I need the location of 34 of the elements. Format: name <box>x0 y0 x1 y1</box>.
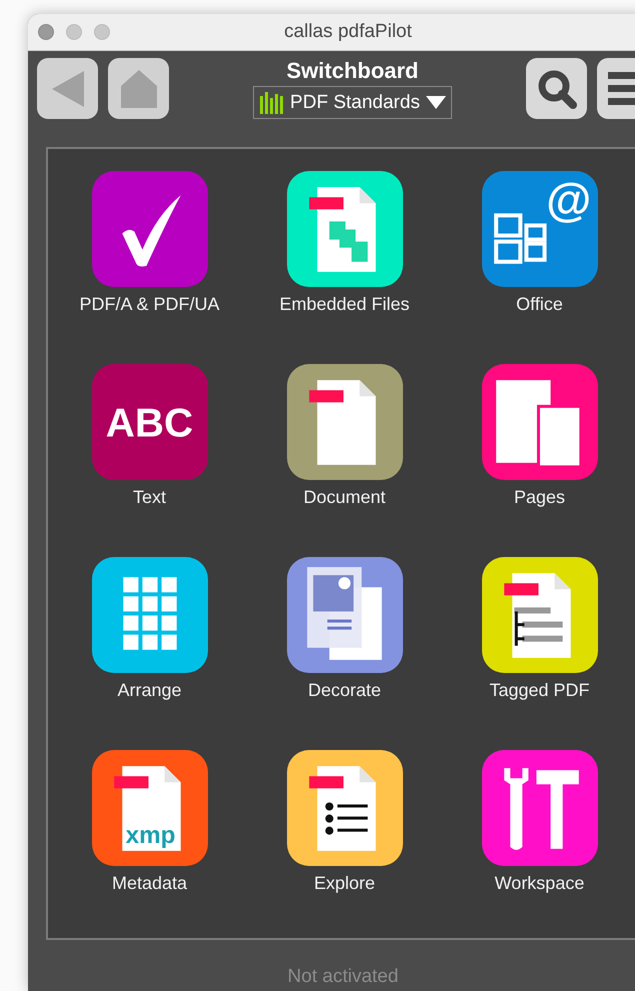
house-icon <box>120 70 156 108</box>
document-icon <box>286 364 402 480</box>
bars-icon <box>260 92 284 114</box>
tool-tile[interactable]: Explore <box>247 750 442 894</box>
tools-icon <box>482 750 598 866</box>
profile-dropdown[interactable]: PDF Standards <box>253 86 452 119</box>
dropdown-caret-icon <box>426 96 446 110</box>
metadata-icon: xmp <box>92 750 208 866</box>
tool-tile[interactable]: Pages <box>442 364 635 508</box>
close-button[interactable] <box>38 24 54 40</box>
decorate-icon <box>286 557 402 673</box>
tool-tile[interactable]: ABC Text <box>52 364 247 508</box>
text-icon: ABC <box>92 364 208 480</box>
tool-tile[interactable]: Document <box>247 364 442 508</box>
search-icon <box>536 68 576 108</box>
embedded-files-icon <box>286 171 402 287</box>
pages-icon <box>482 364 598 480</box>
tool-tile[interactable]: Arrange <box>52 557 247 701</box>
toolbar-title: Switchboard <box>286 58 418 84</box>
tool-tile[interactable]: PDF/A & PDF/UA <box>52 171 247 315</box>
tool-tile[interactable]: Tagged PDF <box>442 557 635 701</box>
checkmark-icon <box>92 171 208 287</box>
tool-tile[interactable]: Embedded Files <box>247 171 442 315</box>
tool-tile[interactable]: xmp Metadata <box>52 750 247 894</box>
list-document-icon <box>286 750 402 866</box>
grid-icon <box>92 557 208 673</box>
tool-tile[interactable]: Decorate <box>247 557 442 701</box>
office-icon: @ <box>482 171 598 287</box>
search-button[interactable] <box>526 58 587 119</box>
tool-tile[interactable]: @ Office <box>442 171 635 315</box>
tagged-pdf-icon <box>482 557 598 673</box>
window-title: callas pdfaPilot <box>284 21 412 42</box>
status-text: Not activated <box>288 966 398 988</box>
tool-tile[interactable]: Workspace <box>442 750 635 894</box>
